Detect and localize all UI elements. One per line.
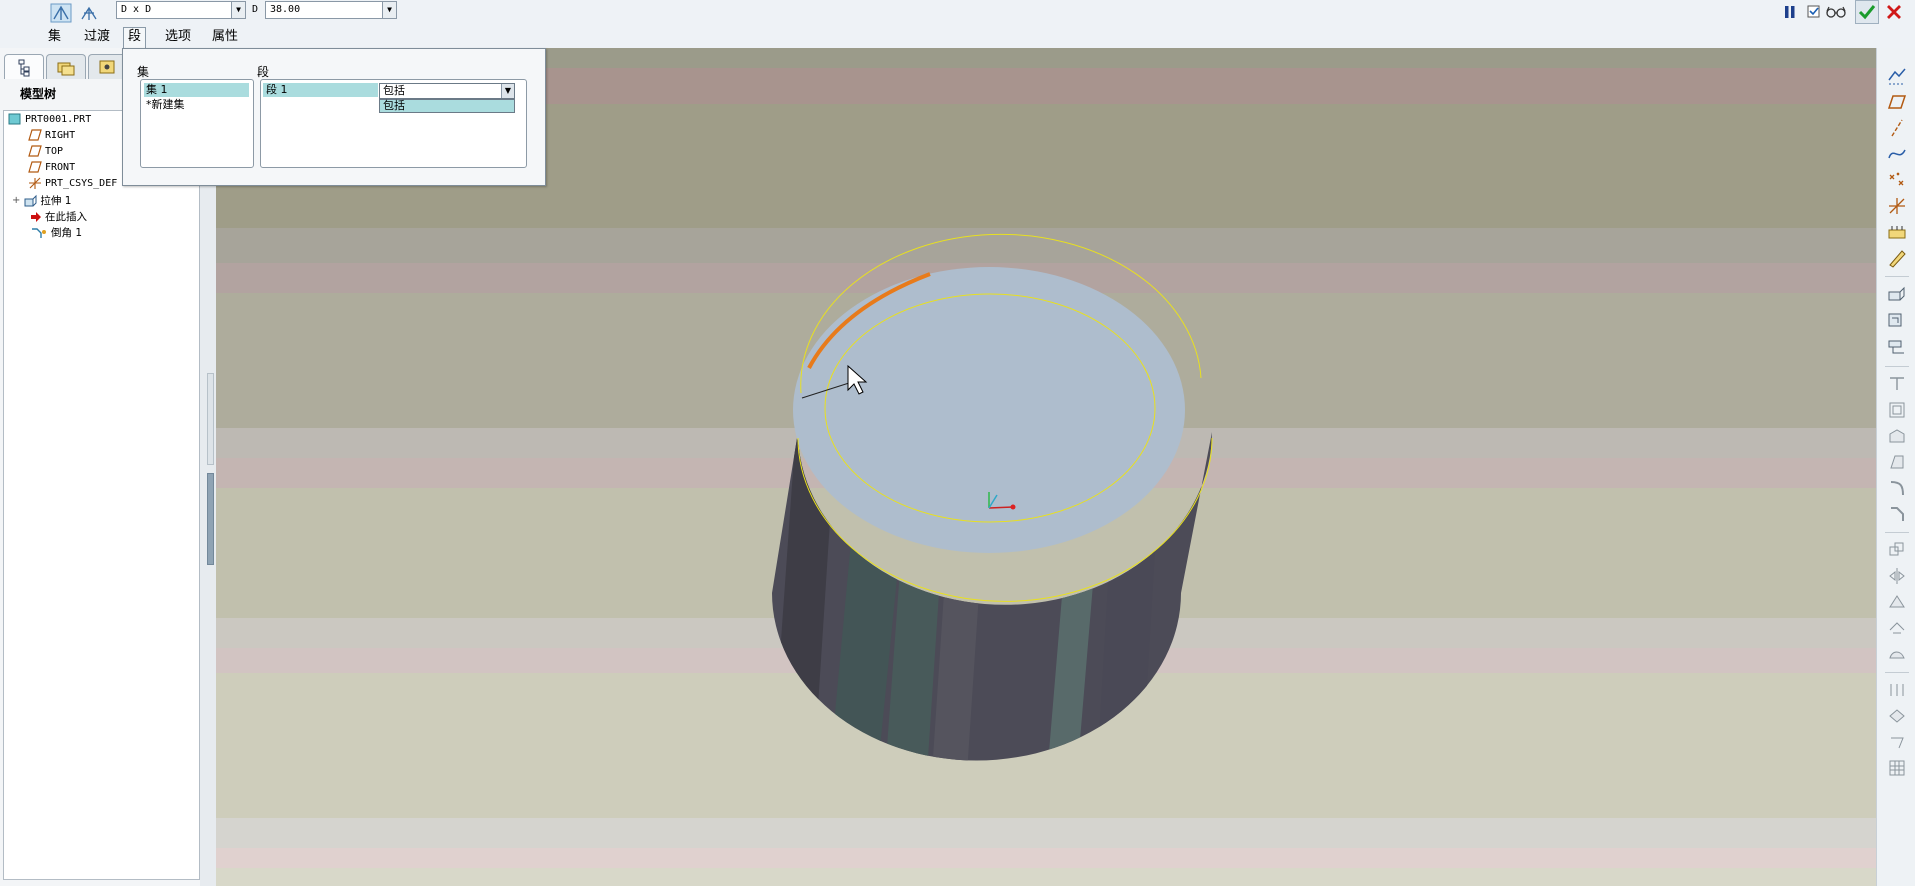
hole-tool-icon[interactable] [1887,374,1907,394]
thicken-tool-icon[interactable] [1887,758,1907,778]
segments-list[interactable]: 段 1 包括 ▼ 包括 [260,79,527,168]
csys-icon [29,177,41,189]
tree-item-label: 在此插入 [45,211,87,223]
tree-item-insert-here[interactable]: 在此插入 [30,209,87,224]
tree-item-extrude[interactable]: + 拉伸 1 [12,193,71,208]
rib-tool-icon[interactable] [1887,426,1907,446]
reference-type-value: D x D [121,4,152,15]
dimension-value: 38.00 [270,4,301,15]
dimension-input[interactable]: 38.00 ▼ [265,1,397,19]
chamfer-tool-icon[interactable] [1887,504,1907,524]
tree-item-label: RIGHT [45,129,76,141]
tab-segments[interactable]: 段 [123,27,147,48]
tree-item-label: FRONT [45,161,76,173]
datum-axis-icon[interactable] [1887,118,1907,138]
tree-item-front[interactable]: FRONT [28,161,75,173]
sketch-icon[interactable] [1887,248,1907,268]
round-tool-icon[interactable] [1887,478,1907,498]
model-tree-title: 模型树 [20,87,57,101]
extrude-tool-icon[interactable] [1887,284,1907,304]
revolve-tool-icon[interactable] [1887,310,1907,330]
tree-item-label: PRT0001.PRT [25,113,92,125]
chevron-down-icon: ▼ [231,2,245,18]
chamfer-icon [32,228,46,238]
cylinder-top-face [793,267,1185,553]
datum-display-icon[interactable] [1887,66,1907,86]
preview-checkbox-icon[interactable] [1804,2,1824,22]
tab-properties[interactable]: 属性 [208,28,242,46]
merge-tool-icon[interactable] [1887,592,1907,612]
reference-type-select[interactable]: D x D ▼ [116,1,246,19]
segment-option-value: 包括 [383,84,405,97]
datum-plane-icon [28,161,42,173]
datum-curve-icon[interactable] [1887,144,1907,164]
segments-panel: 集 段 集 1 *新建集 段 1 包括 ▼ 包括 [122,48,546,186]
tab-folder-browser[interactable] [46,54,86,79]
dropdown-option-include[interactable]: 包括 [379,99,515,113]
dimension-label: D [252,4,259,15]
extend-tool-icon[interactable] [1887,644,1907,664]
chevron-down-icon: ▼ [382,2,396,18]
tree-item-label: 倒角 1 [51,227,83,239]
tab-transitions[interactable]: 过渡 [80,28,114,46]
extrude-icon [24,194,37,207]
splitter-handle[interactable] [207,473,214,565]
datum-toolbar [1876,48,1915,886]
tree-item-chamfer[interactable]: 倒角 1 [30,225,82,240]
list-item-set-1[interactable]: 集 1 [144,83,249,97]
tree-item-part[interactable]: PRT0001.PRT [8,113,91,125]
list-item-new-set[interactable]: *新建集 [144,98,249,112]
tab-options[interactable]: 选项 [161,28,195,46]
tree-item-right[interactable]: RIGHT [28,129,75,141]
splitter-handle[interactable] [207,373,214,465]
tree-item-top[interactable]: TOP [28,145,63,157]
pause-icon[interactable] [1780,2,1800,22]
sweep-tool-icon[interactable] [1887,336,1907,356]
datum-point-icon[interactable] [1887,170,1907,190]
chamfer-set-mode-icon[interactable] [48,2,74,24]
trim-tool-icon[interactable] [1887,618,1907,638]
sets-list[interactable]: 集 1 *新建集 [140,79,254,168]
insert-here-arrow-icon [31,211,41,222]
tree-item-label: 拉伸 1 [40,195,72,207]
chamfer-transition-mode-icon[interactable] [76,2,102,24]
shell-tool-icon[interactable] [1887,400,1907,420]
expand-plus-icon[interactable]: + [12,195,20,206]
tree-item-label: TOP [45,145,64,157]
sets-list-label: 集 [137,65,150,79]
dashboard: D x D ▼ D 38.00 ▼ 集 过渡 段 选项 属性 [0,0,1915,49]
segments-list-label: 段 [257,65,270,79]
mirror-tool-icon[interactable] [1887,566,1907,586]
draft-tool-icon[interactable] [1887,452,1907,472]
offset-tool-icon[interactable] [1887,732,1907,752]
cancel-x-icon[interactable] [1884,2,1904,22]
datum-plane-icon [28,145,42,157]
confirm-checkmark-icon[interactable] [1855,0,1879,24]
csys-icon[interactable] [1887,196,1907,216]
part-icon [8,113,21,125]
solidify-tool-icon[interactable] [1887,706,1907,726]
tab-model-tree[interactable] [4,54,44,79]
analysis-icon[interactable] [1887,222,1907,242]
tree-item-label: PRT_CSYS_DEF [45,178,118,189]
tree-item-csys[interactable]: PRT_CSYS_DEF [28,177,117,190]
pattern-tool-icon[interactable] [1887,680,1907,700]
list-item-segment-1[interactable]: 段 1 [263,83,378,97]
chevron-down-icon[interactable]: ▼ [501,84,514,98]
copy-tool-icon[interactable] [1887,540,1907,560]
datum-plane-icon [28,129,42,141]
segment-option-select[interactable]: 包括 ▼ [379,83,515,99]
datum-plane-icon[interactable] [1887,92,1907,112]
verify-glasses-icon[interactable] [1826,2,1846,22]
tab-sets[interactable]: 集 [44,28,65,46]
